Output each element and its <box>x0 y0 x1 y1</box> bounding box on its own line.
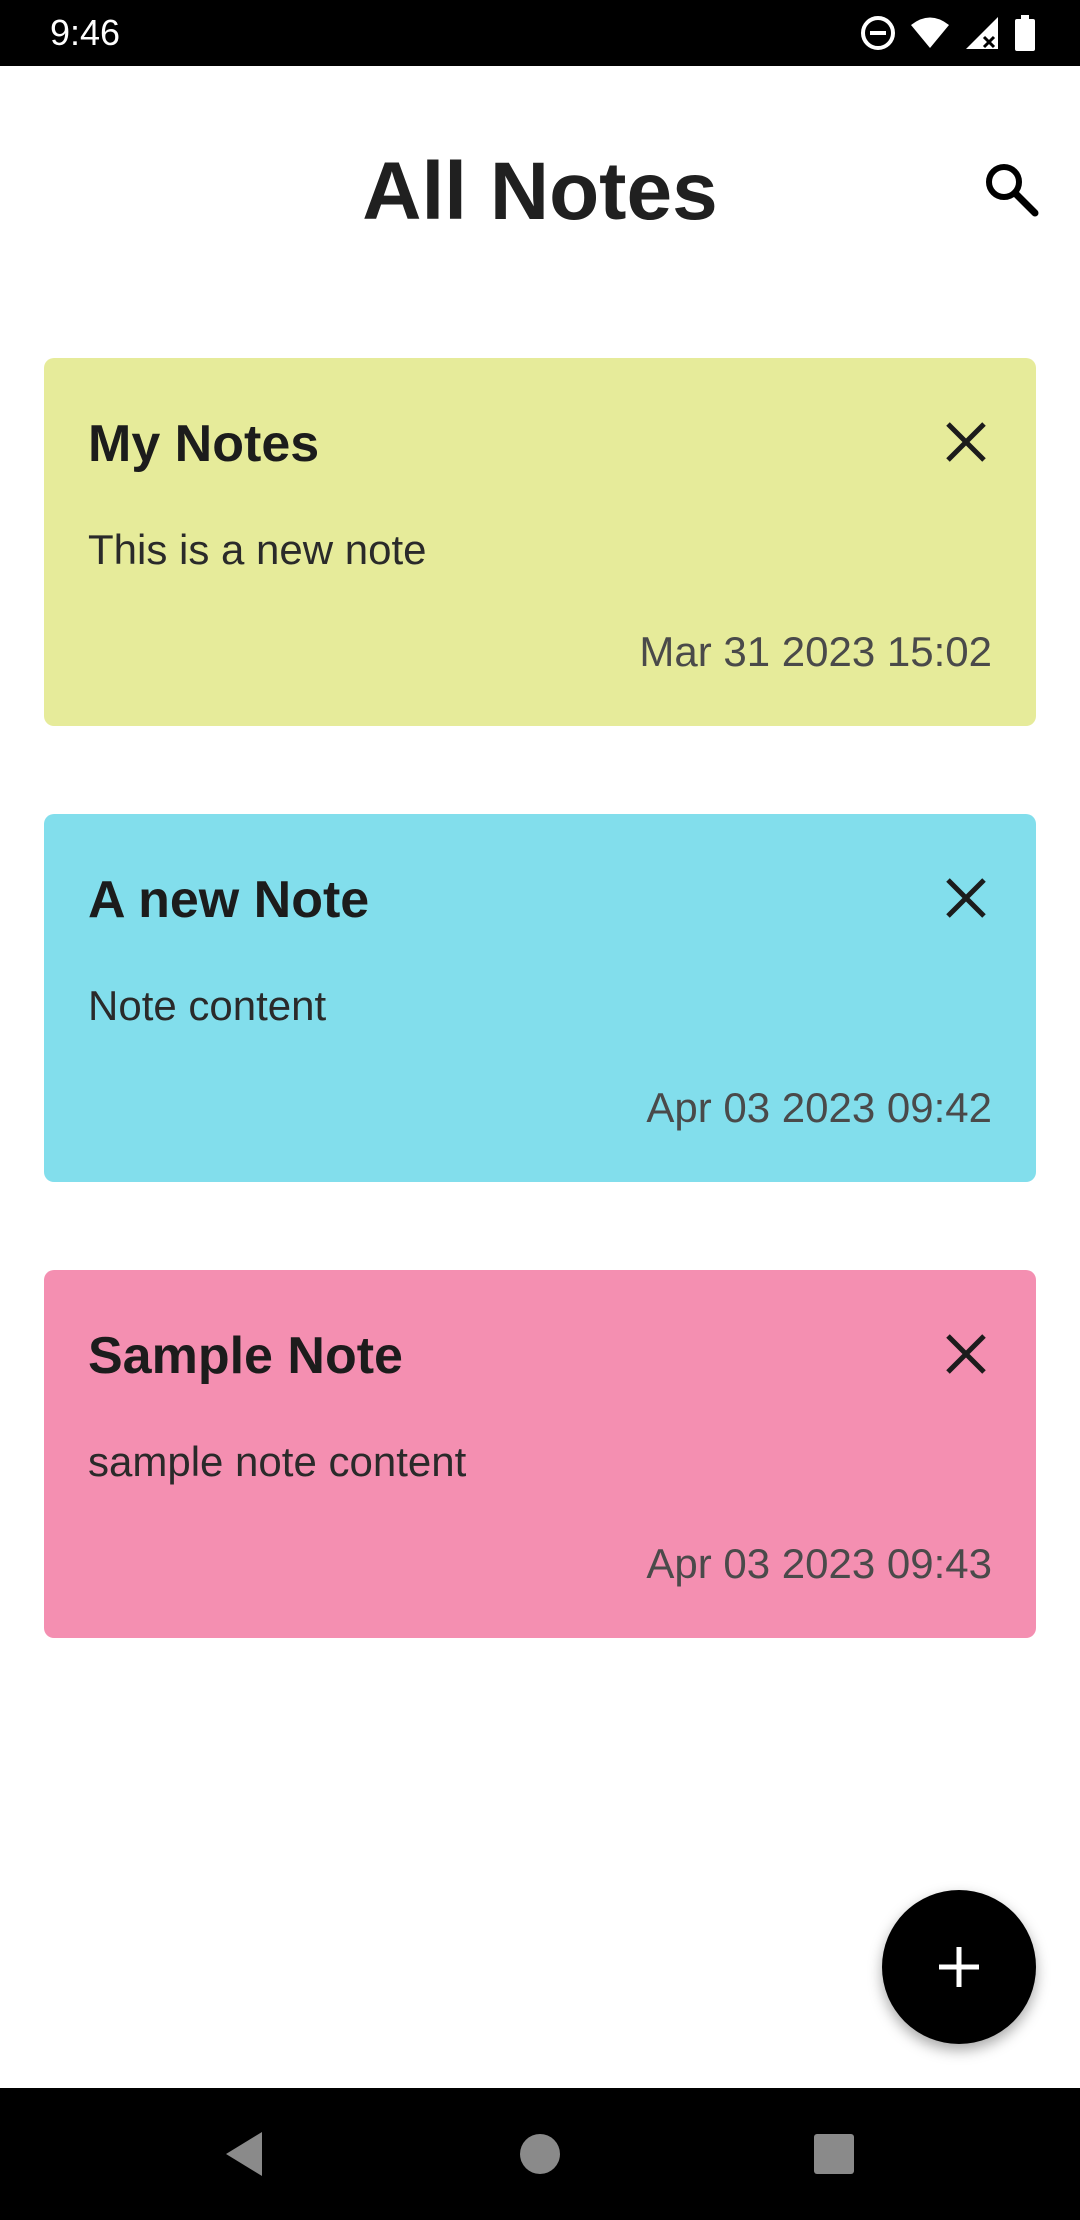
status-time: 9:46 <box>50 12 121 53</box>
wifi-icon <box>910 16 950 50</box>
note-content: sample note content <box>88 1438 467 1485</box>
do-not-disturb-icon <box>860 15 896 51</box>
close-icon <box>946 878 986 918</box>
delete-note-button[interactable] <box>934 1322 998 1386</box>
note-card[interactable]: My Notes This is a new note Mar 31 2023 … <box>44 358 1036 726</box>
recents-button[interactable] <box>798 2118 870 2190</box>
delete-note-button[interactable] <box>934 866 998 930</box>
search-icon <box>986 164 1039 217</box>
plus-icon <box>939 1947 979 1987</box>
note-content: This is a new note <box>88 526 427 573</box>
note-card[interactable]: Sample Note sample note content Apr 03 2… <box>44 1270 1036 1638</box>
back-button[interactable] <box>210 2118 282 2190</box>
back-icon <box>226 2132 262 2176</box>
navigation-bar <box>0 2088 1080 2220</box>
close-icon <box>946 1334 986 1374</box>
search-button[interactable] <box>980 158 1044 222</box>
note-card[interactable]: A new Note Note content Apr 03 2023 09:4… <box>44 814 1036 1182</box>
note-content: Note content <box>88 982 327 1029</box>
note-title: A new Note <box>88 871 370 929</box>
status-bar: 9:46 <box>0 0 1080 66</box>
cellular-signal-icon <box>964 15 1000 51</box>
home-button[interactable] <box>504 2118 576 2190</box>
recents-icon <box>814 2134 854 2174</box>
status-icons <box>860 12 1036 54</box>
delete-note-button[interactable] <box>934 410 998 474</box>
note-date: Mar 31 2023 15:02 <box>639 628 992 675</box>
page-title: All Notes <box>362 146 718 237</box>
notes-screen: 9:46 All Notes My Notes This is a new no… <box>0 0 1080 2220</box>
home-icon <box>520 2134 560 2174</box>
close-icon <box>946 422 986 462</box>
note-date: Apr 03 2023 09:43 <box>646 1540 992 1587</box>
note-title: Sample Note <box>88 1327 403 1385</box>
note-date: Apr 03 2023 09:42 <box>646 1084 992 1131</box>
add-note-button[interactable] <box>882 1890 1036 2044</box>
note-title: My Notes <box>88 415 320 473</box>
battery-icon <box>1014 15 1036 51</box>
